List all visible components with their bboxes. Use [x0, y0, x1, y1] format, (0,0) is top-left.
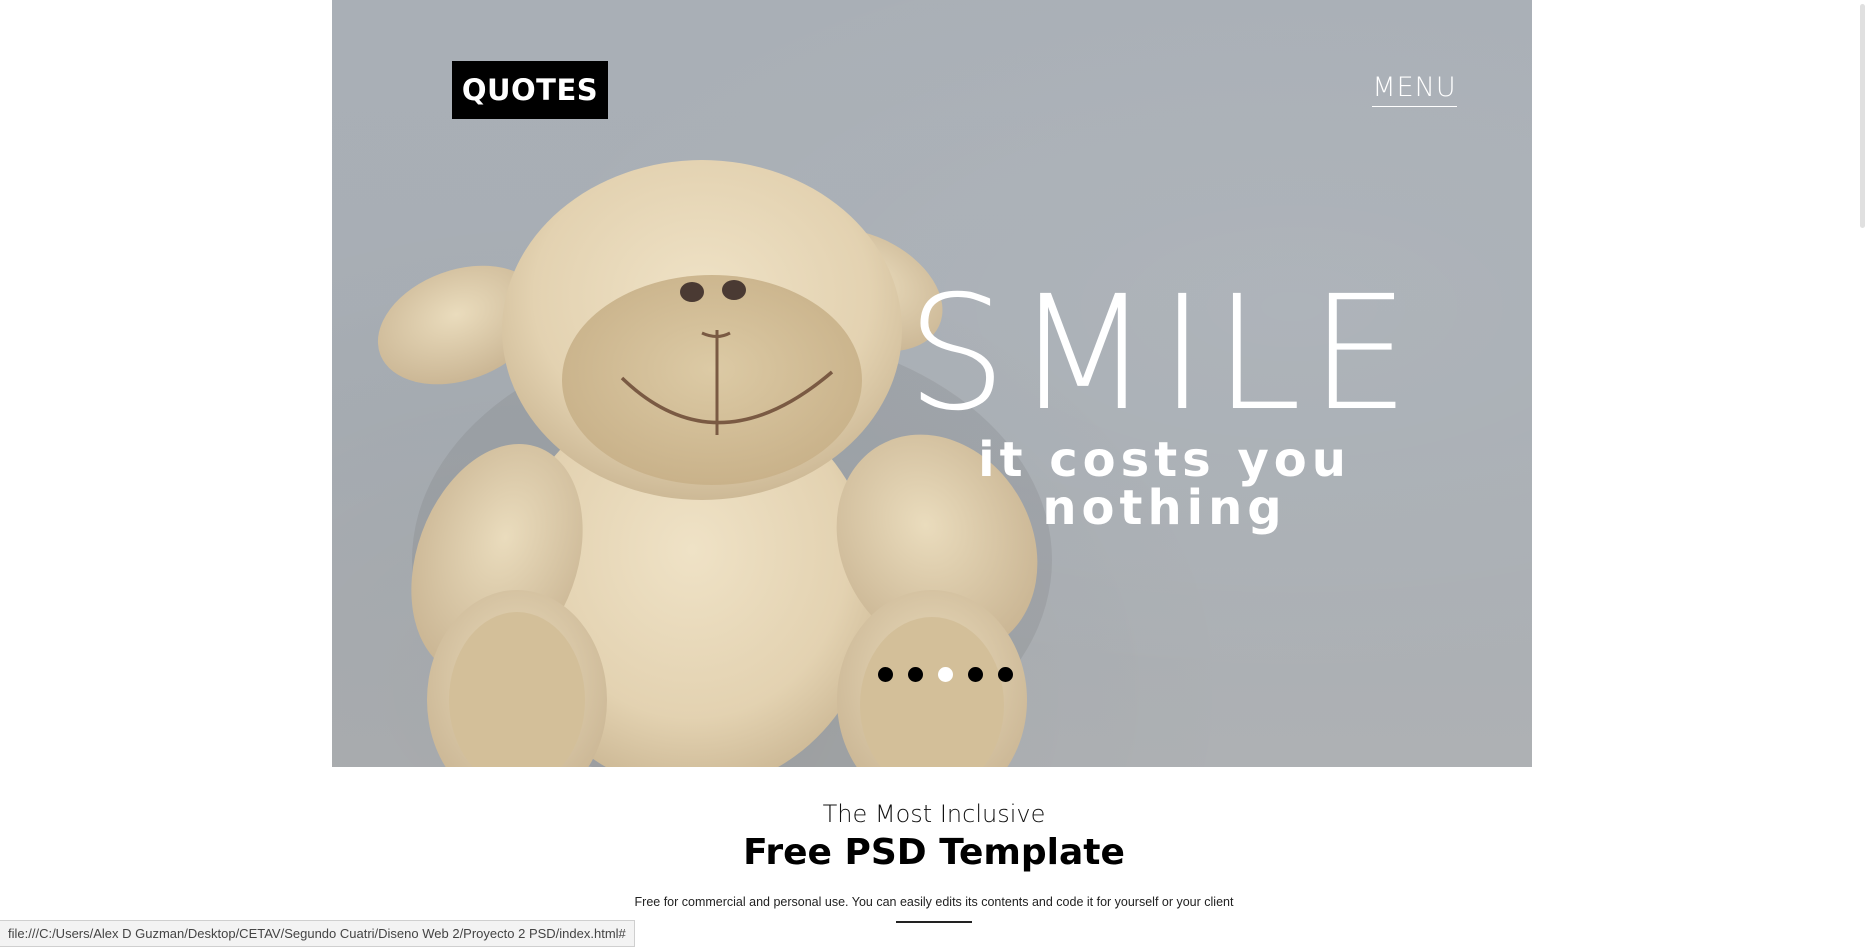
slider-dot-5[interactable] — [998, 667, 1013, 682]
scrollbar[interactable] — [1851, 0, 1868, 950]
hero-headline: SMILE — [906, 262, 1418, 446]
slider-dot-4[interactable] — [968, 667, 983, 682]
slider-dot-3[interactable] — [938, 667, 953, 682]
hero-banner: QUOTES MENU SMILE it costs you nothing — [332, 0, 1532, 767]
slider-dots — [878, 667, 1013, 682]
status-url: file:///C:/Users/Alex D Guzman/Desktop/C… — [8, 926, 626, 941]
intro-description: Free for commercial and personal use. Yo… — [634, 895, 1234, 909]
intro-section: The Most Inclusive Free PSD Template Fre… — [0, 800, 1868, 923]
hero-subline: it costs you nothing — [978, 432, 1351, 536]
logo[interactable]: QUOTES — [452, 61, 608, 119]
intro-kicker: The Most Inclusive — [822, 800, 1046, 828]
browser-status-bar: file:///C:/Users/Alex D Guzman/Desktop/C… — [0, 920, 635, 947]
divider — [896, 921, 972, 923]
scrollbar-thumb[interactable] — [1860, 4, 1865, 228]
intro-title: Free PSD Template — [743, 832, 1125, 873]
menu-button[interactable]: MENU — [1372, 72, 1457, 107]
slider-dot-1[interactable] — [878, 667, 893, 682]
slider-dot-2[interactable] — [908, 667, 923, 682]
